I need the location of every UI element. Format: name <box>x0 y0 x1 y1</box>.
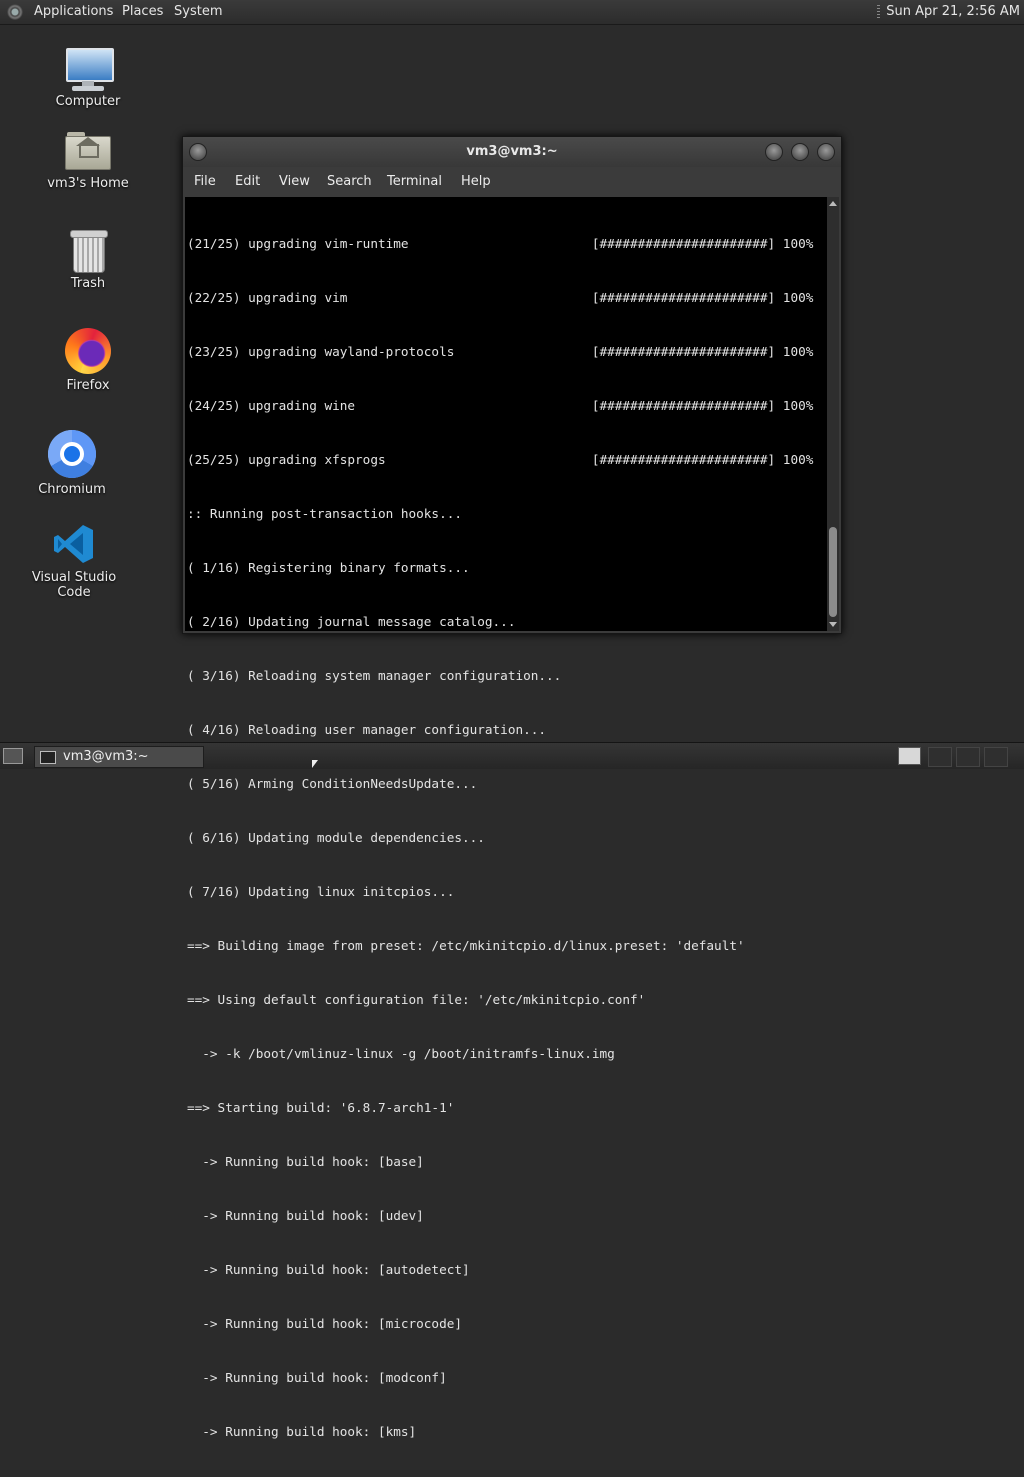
terminal-line: ==> Building image from preset: /etc/mki… <box>187 938 745 953</box>
clock[interactable]: Sun Apr 21, 2:56 AM <box>886 4 1020 19</box>
desktop-icon-firefox[interactable]: Firefox <box>28 328 148 393</box>
desktop-icon-label: Chromium <box>38 482 106 497</box>
terminal-window: vm3@vm3:~ File Edit View Search Terminal… <box>182 136 842 1439</box>
desktop-icon-label: vm3's Home <box>47 176 129 191</box>
terminal-line: ==> Starting build: '6.8.7-arch1-1' <box>187 1100 455 1115</box>
terminal-line: :: Running post-transaction hooks... <box>187 506 462 521</box>
terminal-line: (25/25) upgrading xfsprogs [############… <box>187 452 814 467</box>
menu-file[interactable]: File <box>194 174 216 189</box>
chromium-icon <box>48 430 96 478</box>
scrollbar-thumb[interactable] <box>829 527 837 617</box>
menu-places[interactable]: Places <box>118 0 167 24</box>
workspace-4[interactable] <box>984 747 1008 767</box>
terminal-line: -> -k /boot/vmlinuz-linux -g /boot/initr… <box>187 1046 615 1061</box>
terminal-line: -> Running build hook: [autodetect] <box>187 1262 470 1277</box>
menu-edit[interactable]: Edit <box>235 174 260 189</box>
terminal-icon <box>40 751 56 764</box>
terminal-line: (23/25) upgrading wayland-protocols [###… <box>187 344 814 359</box>
show-desktop-button[interactable] <box>3 748 23 764</box>
menu-terminal[interactable]: Terminal <box>387 174 442 189</box>
terminal-line: -> Running build hook: [modconf] <box>187 1370 447 1385</box>
terminal-line: ( 4/16) Reloading user manager configura… <box>187 722 547 737</box>
desktop-icon-computer[interactable]: Computer <box>28 46 148 109</box>
menu-search[interactable]: Search <box>327 174 372 189</box>
menu-bar: File Edit View Search Terminal Help <box>183 167 841 197</box>
clock-area: Sun Apr 21, 2:56 AM <box>877 0 1024 24</box>
terminal-output[interactable]: (21/25) upgrading vim-runtime [#########… <box>185 197 827 1439</box>
desktop-icon-vscode[interactable]: Visual Studio Code <box>14 522 134 600</box>
terminal-line: -> Running build hook: [microcode] <box>187 1316 462 1331</box>
bottom-panel: vm3@vm3:~ <box>0 742 1024 769</box>
terminal-line: ( 1/16) Registering binary formats... <box>187 560 470 575</box>
desktop-icon-trash[interactable]: Trash <box>28 230 148 291</box>
terminal-line: -> Running build hook: [base] <box>187 1154 424 1169</box>
terminal-line: ( 3/16) Reloading system manager configu… <box>187 668 562 683</box>
home-folder-icon <box>65 130 111 170</box>
firefox-icon <box>65 328 111 374</box>
terminal-line: ( 5/16) Arming ConditionNeedsUpdate... <box>187 776 478 791</box>
menu-help[interactable]: Help <box>461 174 491 189</box>
taskbar-button-terminal[interactable]: vm3@vm3:~ <box>34 746 204 768</box>
menu-applications[interactable]: Applications <box>30 0 117 24</box>
panel-separator <box>877 5 881 19</box>
desktop-icon-label: Firefox <box>66 378 110 393</box>
terminal-line: ( 2/16) Updating journal message catalog… <box>187 614 516 629</box>
trash-icon <box>70 230 108 273</box>
window-title: vm3@vm3:~ <box>466 144 558 159</box>
vscode-icon <box>52 522 96 566</box>
applications-logo-icon[interactable] <box>7 4 23 20</box>
terminal-line: -> Running build hook: [udev] <box>187 1208 424 1223</box>
desktop-icon-home[interactable]: vm3's Home <box>28 130 148 191</box>
computer-icon <box>64 46 114 92</box>
terminal-line: ( 6/16) Updating module dependencies... <box>187 830 485 845</box>
desktop-icon-label: Computer <box>55 94 121 109</box>
mouse-cursor-icon <box>312 760 318 768</box>
terminal-line: (21/25) upgrading vim-runtime [#########… <box>187 236 814 251</box>
workspace-3[interactable] <box>956 747 980 767</box>
scroll-down-arrow-icon[interactable] <box>829 622 837 627</box>
desktop-icon-label: Visual Studio Code <box>31 570 117 600</box>
terminal-line: ( 7/16) Updating linux initcpios... <box>187 884 455 899</box>
vertical-scrollbar[interactable] <box>827 197 839 631</box>
taskbar-button-label: vm3@vm3:~ <box>63 749 149 764</box>
workspace-2[interactable] <box>928 747 952 767</box>
workspace-1[interactable] <box>898 747 921 765</box>
title-bar[interactable]: vm3@vm3:~ <box>183 137 841 167</box>
maximize-button[interactable] <box>791 143 809 161</box>
close-button[interactable] <box>817 143 835 161</box>
menu-view[interactable]: View <box>279 174 310 189</box>
desktop-icon-label: Trash <box>70 276 106 291</box>
terminal-line: (22/25) upgrading vim [#################… <box>187 290 814 305</box>
terminal-line: -> Running build hook: [kms] <box>187 1424 417 1439</box>
desktop-icon-chromium[interactable]: Chromium <box>12 430 132 497</box>
scroll-up-arrow-icon[interactable] <box>829 201 837 206</box>
terminal-line: ==> Using default configuration file: '/… <box>187 992 646 1007</box>
terminal-line: (24/25) upgrading wine [################… <box>187 398 814 413</box>
top-panel: Applications Places System Sun Apr 21, 2… <box>0 0 1024 25</box>
minimize-button[interactable] <box>765 143 783 161</box>
menu-system[interactable]: System <box>170 0 226 24</box>
